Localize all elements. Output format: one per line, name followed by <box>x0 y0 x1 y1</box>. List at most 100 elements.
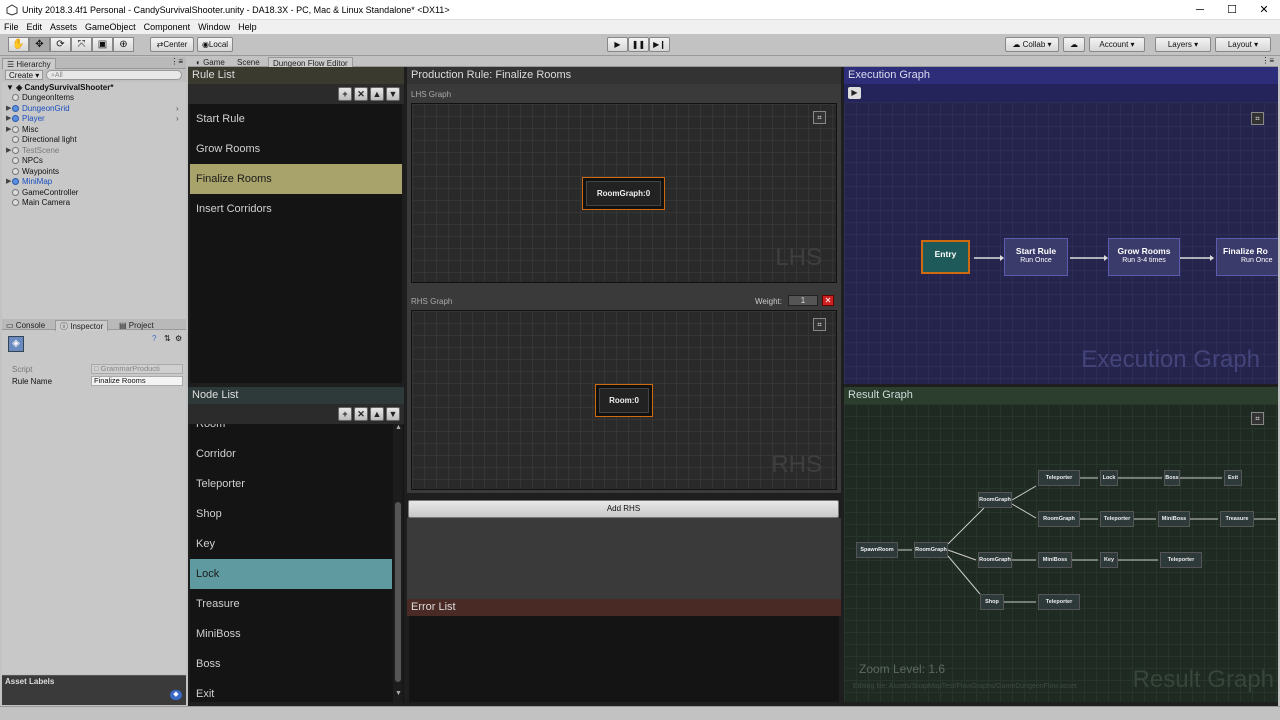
exec-node-start-rule[interactable]: Start Rule Run Once <box>1004 238 1068 276</box>
add-rule-button[interactable]: + <box>338 87 352 101</box>
rhs-room-node[interactable]: Room:0 <box>595 384 653 417</box>
hierarchy-search-input[interactable]: ⌕All <box>46 70 182 80</box>
hierarchy-item[interactable]: ▶ Misc <box>6 125 38 136</box>
hierarchy-item[interactable]: ▶ Player › <box>6 114 179 125</box>
rhs-graph-canvas[interactable]: RHS ⌗ Room:0 <box>411 310 837 490</box>
move-rule-up-button[interactable]: ▲ <box>370 87 384 101</box>
prefab-chevron-icon[interactable]: › <box>176 104 179 115</box>
move-rule-down-button[interactable]: ▼ <box>386 87 400 101</box>
expand-arrow-icon[interactable]: ▶ <box>6 125 11 136</box>
expand-arrow-icon[interactable]: ▶ <box>6 146 11 157</box>
hierarchy-item[interactable]: ▶ TestScene <box>6 146 59 157</box>
hierarchy-item[interactable]: Directional light <box>12 135 77 146</box>
hierarchy-item[interactable]: ▶ DungeonGrid › <box>6 104 179 115</box>
menu-window[interactable]: Window <box>194 20 234 34</box>
fit-view-icon[interactable]: ⌗ <box>813 318 826 331</box>
node-list-item[interactable]: MiniBoss <box>196 619 241 649</box>
run-execution-button[interactable]: ▶ <box>848 87 861 99</box>
result-graph-canvas[interactable]: Result Graph Zoom Level: 1.6 Editing fil… <box>844 404 1278 702</box>
step-button[interactable]: ▶❙ <box>649 37 670 52</box>
delete-rule-button[interactable]: ✕ <box>354 87 368 101</box>
pivot-center-button[interactable]: ⇄Center <box>150 37 194 52</box>
add-rhs-button[interactable]: Add RHS <box>408 500 839 518</box>
maximize-button[interactable]: ☐ <box>1216 0 1248 20</box>
result-node-teleporter[interactable]: Teleporter <box>1100 511 1134 527</box>
pause-button[interactable]: ❚❚ <box>628 37 649 52</box>
delete-node-button[interactable]: ✕ <box>354 407 368 421</box>
lhs-roomgraph-node[interactable]: RoomGraph:0 <box>582 177 665 210</box>
node-list-item[interactable]: Key <box>196 529 215 559</box>
tab-console[interactable]: ▭ Console <box>2 320 49 331</box>
weight-input[interactable]: 1 <box>788 295 818 306</box>
tab-inspector[interactable]: ⓘ Inspector <box>55 320 109 331</box>
add-node-button[interactable]: + <box>338 407 352 421</box>
result-node-teleporter[interactable]: Teleporter <box>1160 552 1202 568</box>
result-node-exit[interactable]: Exit <box>1224 470 1242 486</box>
node-list-item[interactable]: Shop <box>196 499 222 529</box>
scroll-up-icon[interactable]: ▲ <box>395 424 402 431</box>
exec-node-grow-rooms[interactable]: Grow Rooms Run 3-4 times <box>1108 238 1180 276</box>
rule-list-item[interactable]: Finalize Rooms <box>190 164 402 194</box>
result-node-treasure[interactable]: Treasure <box>1220 511 1254 527</box>
prefab-chevron-icon[interactable]: › <box>176 114 179 125</box>
result-node-miniboss[interactable]: MiniBoss <box>1038 552 1072 568</box>
rule-list-item[interactable]: Insert Corridors <box>196 194 272 224</box>
layers-dropdown[interactable]: Layers ▾ <box>1155 37 1211 52</box>
hierarchy-item[interactable]: Waypoints <box>12 167 59 178</box>
node-list-item[interactable]: Lock <box>190 559 392 589</box>
menu-file[interactable]: File <box>0 20 23 34</box>
lhs-graph-canvas[interactable]: LHS ⌗ RoomGraph:0 <box>411 103 837 283</box>
exec-node-finalize-rooms[interactable]: Finalize Ro Run Once <box>1216 238 1278 276</box>
node-list-item[interactable]: Exit <box>196 679 214 702</box>
cloud-button[interactable]: ☁ <box>1063 37 1085 52</box>
minimize-button[interactable]: ─ <box>1184 0 1216 20</box>
scene-root-row[interactable]: ▼ ◈ CandySurvivalShooter* <box>6 83 113 94</box>
move-tool-icon[interactable]: ✥ <box>29 37 50 52</box>
label-tag-icon[interactable]: ◆ <box>170 690 182 700</box>
result-node-roomgraph[interactable]: RoomGraph <box>978 492 1012 508</box>
hierarchy-item[interactable]: GameController <box>12 188 78 199</box>
expand-arrow-icon[interactable]: ▶ <box>6 177 11 188</box>
tab-project[interactable]: ▤ Project <box>115 320 158 331</box>
expand-arrow-icon[interactable]: ▶ <box>6 114 11 125</box>
node-list-item[interactable]: Treasure <box>196 589 240 619</box>
move-node-up-button[interactable]: ▲ <box>370 407 384 421</box>
menu-gameobject[interactable]: GameObject <box>81 20 140 34</box>
execution-graph-canvas[interactable]: Execution Graph ⌗ Entry Start Rule Run On… <box>844 102 1278 384</box>
hierarchy-item[interactable]: DungeonItems <box>12 93 74 104</box>
rotate-tool-icon[interactable]: ⟳ <box>50 37 71 52</box>
transform-tool-icon[interactable]: ⊕ <box>113 37 134 52</box>
rule-list-item[interactable]: Start Rule <box>196 104 245 134</box>
remove-rhs-button[interactable]: ✕ <box>822 295 834 306</box>
hierarchy-item[interactable]: NPCs <box>12 156 43 167</box>
move-node-down-button[interactable]: ▼ <box>386 407 400 421</box>
layout-dropdown[interactable]: Layout ▾ <box>1215 37 1271 52</box>
menu-assets[interactable]: Assets <box>46 20 81 34</box>
tab-hierarchy[interactable]: ☰ Hierarchy <box>2 58 56 69</box>
result-node-roomgraph[interactable]: RoomGraph <box>914 542 948 558</box>
result-node-shop[interactable]: Shop <box>980 594 1004 610</box>
gear-icon[interactable]: ⚙ <box>175 334 182 343</box>
help-icon[interactable]: ? <box>152 334 156 343</box>
scroll-down-icon[interactable]: ▼ <box>395 690 402 697</box>
account-dropdown[interactable]: Account ▾ <box>1089 37 1145 52</box>
result-node-lock[interactable]: Lock <box>1100 470 1118 486</box>
panel-menu-icon[interactable]: ⋮≡ <box>1261 56 1274 65</box>
collab-dropdown[interactable]: ☁ Collab ▾ <box>1005 37 1059 52</box>
panel-menu-icon[interactable]: ⋮≡ <box>170 57 183 66</box>
scroll-thumb[interactable] <box>395 502 401 682</box>
node-list-item[interactable]: Corridor <box>196 439 236 469</box>
menu-edit[interactable]: Edit <box>23 20 47 34</box>
scale-tool-icon[interactable]: ⤧ <box>71 37 92 52</box>
fit-view-icon[interactable]: ⌗ <box>813 111 826 124</box>
hierarchy-item[interactable]: Main Camera <box>12 198 70 209</box>
result-node-teleporter[interactable]: Teleporter <box>1038 594 1080 610</box>
result-node-miniboss[interactable]: MiniBoss <box>1158 511 1190 527</box>
exec-node-entry[interactable]: Entry <box>921 240 970 274</box>
hand-tool-icon[interactable]: ✋ <box>8 37 29 52</box>
rule-list-item[interactable]: Grow Rooms <box>196 134 260 164</box>
result-node-boss[interactable]: Boss <box>1164 470 1180 486</box>
preset-icon[interactable]: ⇅ <box>164 334 171 343</box>
result-node-teleporter[interactable]: Teleporter <box>1038 470 1080 486</box>
result-node-roomgraph[interactable]: RoomGraph <box>1038 511 1080 527</box>
